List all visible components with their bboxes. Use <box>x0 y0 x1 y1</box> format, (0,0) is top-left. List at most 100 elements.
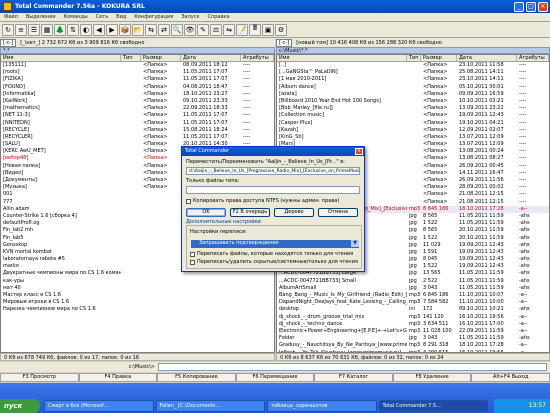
file-row[interactable]: [FIZIKA] <Папка> 11.05.2011 17:07 ---- <box>1 76 274 83</box>
list-icon[interactable]: ≡ <box>15 23 27 36</box>
column-header[interactable]: Атрибуты <box>241 55 274 61</box>
back-icon[interactable]: ◀ <box>93 23 105 36</box>
cancel-button[interactable]: Отмена <box>318 208 358 217</box>
calc-icon[interactable]: 🖩 <box>249 23 261 36</box>
file-row[interactable]: [Informatika] <Папка> 18.10.2011 23:27 ---- <box>1 91 274 98</box>
function-key-button[interactable]: F7 Каталог <box>314 373 393 382</box>
taskbar-task[interactable]: Total Commander 7.5... <box>378 400 488 412</box>
left-drive-select[interactable]: [-c-] <box>0 38 17 47</box>
function-key-button[interactable]: F3 Просмотр <box>0 373 79 382</box>
menu-item[interactable]: Справка <box>203 14 233 20</box>
file-row[interactable]: DapandNight_DeeJays_feat_Kate_Lessing_-_… <box>277 299 549 306</box>
readonly-checkbox[interactable]: Переписать файлы, которые находятся толь… <box>190 251 353 257</box>
file-row[interactable]: [Kazah] <Папка> 12.09.2011 02:07 ---- <box>277 127 549 134</box>
file-row[interactable]: как-уры <box>1 278 274 285</box>
overwrite-mode-dropdown[interactable]: Запрашивать подтверждение ▼ <box>191 240 359 248</box>
details-icon[interactable]: ☰ <box>28 23 40 36</box>
file-row[interactable]: dj_shock_-_drum_groove_trial_mix mp3 141 1… <box>277 314 549 321</box>
sort-icon[interactable]: ⇅ <box>67 23 79 36</box>
pack-icon[interactable]: 📦 <box>119 23 131 36</box>
taskbar-task[interactable]: таблица_скриншотов <box>267 400 377 412</box>
dialog-close-icon[interactable]: × <box>355 148 363 155</box>
multirename-icon[interactable]: ✎ <box>197 23 209 36</box>
hidden-checkbox[interactable]: Переписать/удалить скрытые/системные/тол… <box>190 259 358 265</box>
file-row[interactable]: [NNITEDN] <Папка> 11.05.2011 17:07 ---- <box>1 120 274 127</box>
refresh-icon[interactable]: ↻ <box>2 23 14 36</box>
file-row[interactable]: Мастер класс в CS 1.6 <box>1 292 274 299</box>
file-row[interactable]: [..] <Папка> 23.10.2011 11:58 ---- <box>277 62 549 69</box>
file-row[interactable]: Bang_Bang_-_Music_Is_My_Girlfriend_(Radi… <box>277 292 549 299</box>
close-button[interactable]: × <box>538 1 548 12</box>
file-row[interactable]: Нарезка чемпионов мира по CS 1.6 <box>1 306 274 313</box>
ntfs-checkbox[interactable]: Копировать права доступа NTFS (нужны адм… <box>186 198 339 204</box>
settings-icon[interactable]: ⚙ <box>275 23 287 36</box>
compare-icon[interactable]: ⚖ <box>210 23 222 36</box>
filter-input[interactable] <box>186 186 360 194</box>
find-icon[interactable]: 🔍 <box>171 23 183 36</box>
column-header[interactable]: Тип <box>121 55 141 61</box>
invert-icon[interactable]: ◐ <box>80 23 92 36</box>
file-row[interactable]: [KaiWork] <Папка> 09.10.2011 23:33 ---- <box>1 98 274 105</box>
function-key-button[interactable]: F5 Копирование <box>157 373 236 382</box>
ftp-icon[interactable]: ⇆ <box>145 23 157 36</box>
maximize-button[interactable]: □ <box>526 1 536 12</box>
file-row[interactable]: [azata] <Папка> 09.09.2011 16:59 ---- <box>277 91 549 98</box>
menu-item[interactable]: Запуск <box>177 14 203 20</box>
file-row[interactable]: мат 40 <box>1 285 274 292</box>
column-header[interactable]: Тип <box>407 55 421 61</box>
sync-icon[interactable]: ⇋ <box>223 23 235 36</box>
menu-item[interactable]: Конфигурация <box>130 14 177 20</box>
column-header[interactable]: Дата <box>181 55 241 61</box>
file-row[interactable]: [FOUND] <Папка> 04.08.2011 18:47 ---- <box>1 84 274 91</box>
rename-target-input[interactable]: d:\Aaljin_-_Believe_In_Us_[Progressive_R… <box>186 167 360 175</box>
cmd-icon[interactable]: ▣ <box>262 23 274 36</box>
file-row[interactable]: Folder jpg 3 043 11.05.2011 11:59 -ahs <box>277 335 549 342</box>
file-row[interactable]: [mathematics] <Папка> 22.09.2011 18:33 ---- <box>1 105 274 112</box>
file-row[interactable]: dj_shock_-_techno_dance mp3 3 634 511 16.10… <box>277 321 549 328</box>
function-key-button[interactable]: Alt+F4 Выход <box>471 373 550 382</box>
notepad-icon[interactable]: 📝 <box>236 23 248 36</box>
function-key-button[interactable]: F8 Удаление <box>392 373 472 382</box>
left-path-bar[interactable]: *.* <box>0 47 275 54</box>
file-row[interactable]: ...ACDC-0047721BB733] Small jpg 2 522 11.05… <box>277 278 549 285</box>
taskbar-task[interactable]: Смарт в бск (Microsof... <box>44 400 154 412</box>
file-row[interactable]: desktop ini 172 09.10.2011 10:21 -ahs <box>277 306 549 313</box>
file-row[interactable]: [Casper Plus] <Папка> 19.10.2011 04:21 ---- <box>277 120 549 127</box>
ok-button[interactable]: OK <box>186 208 226 217</box>
ftp-new-icon[interactable]: ⇄ <box>158 23 170 36</box>
file-row[interactable]: [Album dance] <Папка> 05.10.2011 00:01 ---- <box>277 84 549 91</box>
right-drive-select[interactable]: [-c-] <box>276 38 293 47</box>
thumbnails-icon[interactable]: ▦ <box>41 23 53 36</box>
file-row[interactable]: [...GaNGSta™ PaLaDiN] <Папка> 25.08.2011 1… <box>277 69 549 76</box>
column-header[interactable]: Дата <box>457 55 517 61</box>
file-row[interactable]: AlbumArtSmall jpg 3 043 11.05.2011 11:59 -ah… <box>277 285 549 292</box>
tree-button[interactable]: Дерево <box>274 208 314 217</box>
file-row[interactable]: [RECYCLE] <Папка> 15.08.2011 18:24 ---- <box>1 127 274 134</box>
menu-item[interactable]: Выделение <box>22 14 60 20</box>
unpack-icon[interactable]: 📂 <box>132 23 144 36</box>
file-row[interactable]: [Bob_Marley_[file.ru]] <Папка> 13.09.2011 … <box>277 105 549 112</box>
file-row[interactable]: [Collection music] <Папка> 19.09.2011 12:4… <box>277 112 549 119</box>
right-path-bar[interactable]: c:\Music\*.* <box>276 47 550 54</box>
file-row[interactable]: [KinG_Sti] <Папка> 13.07.2011 12:09 ---- <box>277 134 549 141</box>
column-header[interactable]: Имя <box>277 55 407 61</box>
file-row[interactable]: Мировые игроки в CS 1.6 <box>1 299 274 306</box>
column-header[interactable]: Имя <box>1 55 121 61</box>
file-row[interactable]: [Billboard 2010 Year End Hot 100 Songs] <… <box>277 98 549 105</box>
file-row[interactable]: Electronic+Power+Engineering+[E.P.E]+-+L… <box>277 328 549 335</box>
column-header[interactable]: Атрибуты <box>517 55 549 61</box>
column-header[interactable]: Размер <box>421 55 457 61</box>
queue-button[interactable]: F2 В очередь <box>230 208 270 217</box>
view-icon[interactable]: 👁 <box>184 23 196 36</box>
function-key-button[interactable]: F4 Правка <box>78 373 158 382</box>
taskbar-task[interactable]: Fallen_ [C:\Documents... <box>155 400 265 412</box>
file-row[interactable]: [135111] <Папка> 08.09.2011 18:12 ---- <box>1 62 274 69</box>
file-row[interactable]: Gradusy_-_Nauchitsya_By_Ne_Paritsya_[www… <box>277 342 549 349</box>
forward-icon[interactable]: ▶ <box>106 23 118 36</box>
function-key-button[interactable]: F6 Перемещение <box>235 373 315 382</box>
column-header[interactable]: Размер <box>141 55 181 61</box>
command-line-input[interactable] <box>158 363 547 371</box>
menu-item[interactable]: Команды <box>60 14 92 20</box>
file-row[interactable]: [RECYCLER] <Папка> 11.05.2011 17:07 ---- <box>1 134 274 141</box>
file-row[interactable]: [roots] <Папка> 11.05.2011 17:07 ---- <box>1 69 274 76</box>
